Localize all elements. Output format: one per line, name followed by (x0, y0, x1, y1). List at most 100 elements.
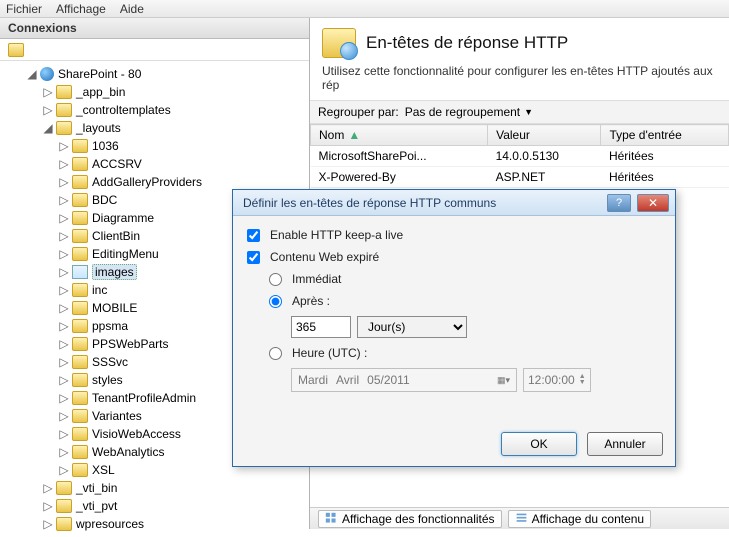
globe-icon (40, 67, 54, 81)
image-icon (72, 265, 88, 279)
tree-twisty[interactable]: ▷ (58, 319, 70, 333)
tree-twisty[interactable]: ▷ (58, 337, 70, 351)
ok-button[interactable]: OK (501, 432, 577, 456)
folder-icon (56, 85, 72, 99)
tree-twisty[interactable]: ▷ (58, 247, 70, 261)
time-value: 12:00:00 (528, 373, 575, 387)
folder-icon (72, 247, 88, 261)
close-button[interactable]: ✕ (637, 194, 669, 212)
time-picker[interactable]: 12:00:00 ▲▼ (523, 368, 591, 392)
tree-twisty[interactable]: ▷ (58, 409, 70, 423)
tree-twisty[interactable]: ▷ (58, 373, 70, 387)
immediate-radio[interactable] (269, 273, 282, 286)
keep-alive-checkbox[interactable] (247, 229, 260, 242)
help-button[interactable]: ? (607, 194, 631, 212)
cancel-button[interactable]: Annuler (587, 432, 663, 456)
http-headers-dialog: Définir les en-têtes de réponse HTTP com… (232, 189, 676, 467)
tree-twisty[interactable]: ▷ (42, 481, 54, 495)
tree-item[interactable]: ▷ _controltemplates (10, 101, 309, 119)
menu-help[interactable]: Aide (120, 2, 144, 16)
col-type[interactable]: Type d'entrée (601, 125, 729, 146)
tree-label: SSSvc (92, 355, 128, 369)
dialog-titlebar: Définir les en-têtes de réponse HTTP com… (233, 190, 675, 216)
tree-twisty[interactable]: ▷ (58, 193, 70, 207)
tree-label: VisioWebAccess (92, 427, 181, 441)
tree-item[interactable]: ▷_vti_pvt (10, 497, 309, 515)
group-by-select[interactable]: Pas de regroupement ▼ (405, 105, 533, 119)
tree-label: Variantes (92, 409, 142, 423)
tree-label: 1036 (92, 139, 119, 153)
tree-twisty[interactable]: ▷ (58, 175, 70, 189)
tree-label: EditingMenu (92, 247, 159, 261)
group-by-bar: Regrouper par: Pas de regroupement ▼ (310, 100, 729, 124)
tree-item[interactable]: ▷ACCSRV (10, 155, 309, 173)
folder-icon (72, 301, 88, 315)
tree-twisty[interactable]: ▷ (42, 499, 54, 513)
tree-item[interactable]: ◢_layouts (10, 119, 309, 137)
col-name[interactable]: Nom▲ (311, 125, 488, 146)
tree-twisty[interactable]: ▷ (42, 103, 54, 117)
folder-icon (56, 499, 72, 513)
tree-twisty[interactable]: ▷ (58, 391, 70, 405)
tree-label: SharePoint - 80 (58, 67, 141, 81)
tree-item[interactable]: ▷wpresources (10, 515, 309, 533)
folder-icon (72, 211, 88, 225)
calendar-icon: ▦▾ (497, 375, 510, 386)
chevron-down-icon: ▼ (524, 107, 533, 117)
tab-content-view[interactable]: Affichage du contenu (508, 510, 652, 528)
connections-title: Connexions (0, 18, 309, 39)
table-row[interactable]: MicrosoftSharePoi...14.0.0.5130Héritées (311, 146, 729, 167)
after-unit-select[interactable]: Jour(s) (357, 316, 467, 338)
tree-twisty[interactable]: ▷ (58, 157, 70, 171)
tree-item[interactable]: ▷ 1036 (10, 137, 309, 155)
folder-icon (72, 409, 88, 423)
tree-label: XSL (92, 463, 115, 477)
folder-icon (72, 319, 88, 333)
menu-file[interactable]: Fichier (6, 2, 42, 16)
tree-twisty[interactable]: ◢ (26, 67, 38, 81)
tree-item[interactable]: ◢ SharePoint - 80 (10, 65, 309, 83)
folder-icon (56, 103, 72, 117)
tree-label: _controltemplates (76, 103, 171, 117)
tree-twisty[interactable]: ▷ (42, 85, 54, 99)
tree-twisty[interactable]: ▷ (58, 463, 70, 477)
tree-twisty[interactable]: ▷ (58, 301, 70, 315)
tree-item[interactable]: ▷_vti_bin (10, 479, 309, 497)
tree-twisty[interactable]: ▷ (58, 265, 70, 279)
grid-icon (325, 512, 338, 525)
utc-radio[interactable] (269, 347, 282, 360)
folder-icon (72, 337, 88, 351)
table-row[interactable]: X-Powered-ByASP.NETHéritées (311, 167, 729, 188)
web-expire-checkbox[interactable] (247, 251, 260, 264)
tree-twisty[interactable]: ▷ (58, 211, 70, 225)
tab-features-view[interactable]: Affichage des fonctionnalités (318, 510, 502, 528)
tree-twisty[interactable]: ▷ (58, 139, 70, 153)
sort-asc-icon: ▲ (348, 128, 360, 142)
tree-item[interactable]: ▷_app_bin (10, 83, 309, 101)
group-by-label: Regrouper par: (318, 105, 399, 119)
folder-icon (72, 175, 88, 189)
col-value[interactable]: Valeur (488, 125, 601, 146)
tree-label: TenantProfileAdmin (92, 391, 196, 405)
after-value-input[interactable] (291, 316, 351, 338)
date-picker[interactable]: Mardi Avril 05/2011 ▦▾ (291, 368, 517, 392)
menu-display[interactable]: Affichage (56, 2, 106, 16)
tree-label: Diagramme (92, 211, 154, 225)
view-tabs: Affichage des fonctionnalités Affichage … (310, 507, 729, 529)
after-radio[interactable] (269, 295, 282, 308)
tree-twisty[interactable]: ▷ (58, 445, 70, 459)
tree-twisty[interactable]: ▷ (58, 355, 70, 369)
web-expire-label: Contenu Web expiré (270, 250, 379, 264)
folder-icon (72, 283, 88, 297)
spinner-icon: ▲▼ (579, 374, 586, 386)
tree-label: images (92, 264, 137, 280)
tree-twisty[interactable]: ▷ (58, 229, 70, 243)
folder-icon (72, 229, 88, 243)
folder-icon (72, 445, 88, 459)
folder-icon (72, 391, 88, 405)
tree-twisty[interactable]: ◢ (42, 121, 54, 135)
tree-twisty[interactable]: ▷ (58, 283, 70, 297)
page-description: Utilisez cette fonctionnalité pour confi… (310, 64, 729, 100)
menubar: Fichier Affichage Aide (0, 0, 729, 18)
tree-twisty[interactable]: ▷ (58, 427, 70, 441)
